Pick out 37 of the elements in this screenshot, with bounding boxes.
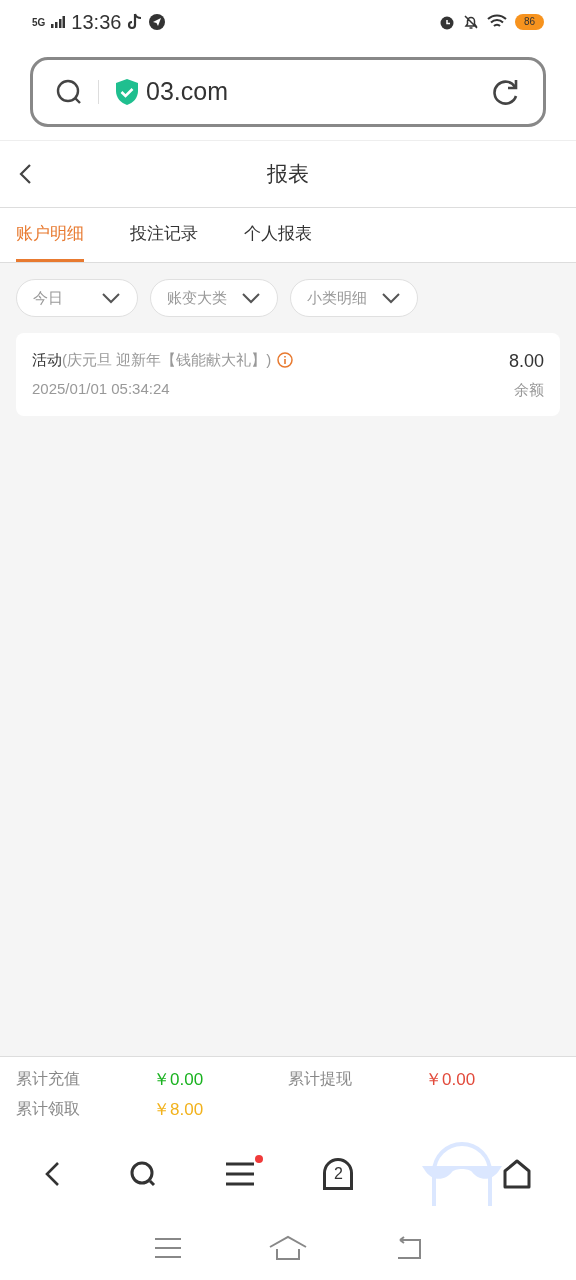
battery-indicator: 86 xyxy=(514,14,544,30)
summary-value: ￥0.00 xyxy=(425,1069,476,1091)
home-icon[interactable] xyxy=(501,1158,532,1189)
tabs-button[interactable]: 2 xyxy=(323,1157,354,1190)
tab[interactable]: 个人报表 xyxy=(244,208,312,262)
bell-off-icon xyxy=(462,14,479,30)
shield-check-icon xyxy=(114,78,140,106)
network-label: 5G xyxy=(32,15,46,30)
address-bar[interactable]: 03.com xyxy=(30,57,546,127)
signal-icon xyxy=(51,16,66,28)
summary-label: 累计提现 xyxy=(288,1069,353,1089)
record-card[interactable]: 活动(庆元旦 迎新年【钱能献大礼】) 2025/01/01 05:34:24 8.00 余额 xyxy=(16,333,560,416)
chevron-down-icon xyxy=(381,292,401,304)
menu-icon[interactable] xyxy=(224,1160,255,1187)
info-icon[interactable] xyxy=(277,352,294,369)
summary-value: ￥8.00 xyxy=(153,1098,204,1121)
summary-value: ￥0.00 xyxy=(153,1069,204,1091)
chevron-down-icon xyxy=(101,292,121,304)
back-icon[interactable] xyxy=(44,1160,61,1187)
url-text: 03.com xyxy=(146,76,229,108)
alarm-icon xyxy=(438,14,455,30)
summary-label: 累计领取 xyxy=(16,1098,81,1119)
search-icon[interactable] xyxy=(128,1159,157,1188)
tab[interactable]: 投注记录 xyxy=(130,208,198,262)
summary-label: 累计充值 xyxy=(16,1069,81,1089)
amount-label: 余额 xyxy=(514,379,544,400)
page-title: 报表 xyxy=(267,161,309,188)
glasses-icon xyxy=(421,1141,502,1206)
record-time: 2025/01/01 05:34:24 xyxy=(32,378,171,399)
music-note-icon xyxy=(127,13,144,31)
search-icon xyxy=(55,78,83,106)
chevron-down-icon xyxy=(241,292,261,304)
send-icon xyxy=(149,14,166,30)
time-label: 13:36 xyxy=(71,10,122,35)
record-amount: 8.00 xyxy=(508,349,544,373)
back-icon[interactable] xyxy=(18,163,32,185)
record-title: 活动(庆元旦 迎新年【钱能献大礼】) xyxy=(32,350,272,370)
